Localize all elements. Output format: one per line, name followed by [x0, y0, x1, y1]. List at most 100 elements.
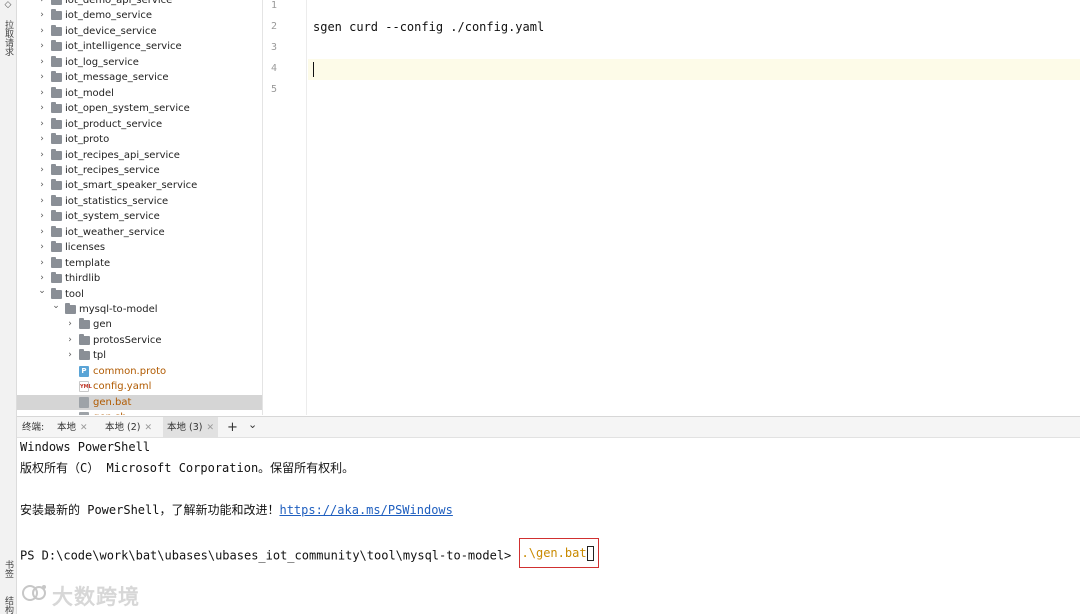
tree-item-label: gen.sh [93, 410, 127, 415]
chevron-right-icon[interactable]: › [37, 225, 47, 240]
chevron-right-icon[interactable]: › [37, 8, 47, 23]
powershell-link[interactable]: https://aka.ms/PSWindows [279, 503, 452, 517]
code-line[interactable] [308, 38, 1080, 59]
chevron-right-icon[interactable]: › [37, 39, 47, 54]
terminal-line: 安装最新的 PowerShell，了解新功能和改进！https://aka.ms… [20, 502, 453, 519]
folder-icon [51, 40, 62, 52]
tree-item[interactable]: › iot_smart_speaker_service [17, 178, 262, 193]
terminal-prompt-line: PS D:\code\work\bat\ubases\ubases_iot_co… [20, 538, 599, 568]
folder-icon [51, 241, 62, 253]
add-terminal-icon[interactable]: + [227, 417, 238, 438]
terminal-tab-label: 本地 (2) [105, 422, 141, 433]
tree-item[interactable]: › protosService [17, 333, 262, 348]
tree-item-label: iot_intelligence_service [65, 41, 182, 53]
chevron-right-icon[interactable]: › [37, 101, 47, 116]
chevron-down-icon[interactable]: ⌄ [37, 284, 47, 299]
folder-icon [51, 287, 62, 299]
chevron-right-icon[interactable]: › [37, 132, 47, 147]
chevron-right-icon[interactable]: › [37, 256, 47, 271]
chevron-right-icon[interactable]: › [37, 178, 47, 193]
chevron-right-icon[interactable]: › [37, 148, 47, 163]
code-line[interactable]: sgen curd --config ./config.yaml [308, 17, 1080, 38]
tree-item[interactable]: › iot_weather_service [17, 225, 262, 240]
chevron-right-icon[interactable]: › [65, 317, 75, 332]
chevron-right-icon[interactable]: › [37, 24, 47, 39]
close-icon[interactable]: ✕ [206, 423, 214, 433]
folder-icon [65, 303, 76, 314]
tree-item[interactable]: › iot_model [17, 86, 262, 101]
tree-item[interactable]: › iot_recipes_service [17, 163, 262, 178]
tree-item[interactable]: › template [17, 256, 262, 271]
tree-item[interactable]: › gen [17, 317, 262, 332]
code-area[interactable]: sgen curd --config ./config.yaml [308, 0, 1080, 415]
tree-item[interactable]: › thirdlib [17, 271, 262, 286]
folder-icon [51, 272, 62, 284]
tree-item-label: thirdlib [65, 273, 101, 285]
chevron-right-icon[interactable]: › [37, 55, 47, 70]
tree-item-label: mysql-to-model [79, 304, 158, 315]
chevron-right-icon[interactable]: › [37, 117, 47, 132]
tree-item[interactable]: gen.bat [17, 394, 262, 410]
line-gutter: 1 2 3 4 5 [263, 0, 307, 415]
close-icon[interactable]: ✕ [80, 423, 88, 433]
chevron-right-icon[interactable]: › [37, 240, 47, 255]
tree-item[interactable]: › iot_proto [17, 132, 262, 147]
folder-icon [51, 55, 62, 67]
tree-item[interactable]: gen.sh [17, 410, 262, 415]
chevron-right-icon[interactable]: › [37, 194, 47, 209]
folder-icon [51, 102, 62, 114]
line-number: 2 [270, 21, 277, 32]
pull-request-icon[interactable]: ◇ [3, 0, 13, 10]
tree-item[interactable]: Pcommon.proto [17, 364, 262, 379]
code-text: sgen curd --config ./config.yaml [313, 20, 545, 34]
project-tree: › iot_demo_api_service › iot_demo_service › i… [17, 0, 263, 415]
chevron-right-icon[interactable]: › [65, 333, 75, 348]
tree-item-label: gen.bat [93, 396, 132, 408]
bat-file-icon [79, 412, 89, 415]
tree-item[interactable]: › iot_statistics_service [17, 194, 262, 209]
tree-item[interactable]: › iot_demo_service [17, 8, 262, 23]
chevron-right-icon[interactable]: › [37, 0, 47, 8]
chevron-right-icon[interactable]: › [37, 163, 47, 178]
code-line[interactable] [308, 0, 1080, 17]
tree-item[interactable]: › iot_log_service [17, 55, 262, 70]
terminal-tab-1[interactable]: 本地 ✕ [57, 417, 88, 438]
chevron-right-icon[interactable]: › [65, 348, 75, 363]
structure-tab[interactable]: 结构 [2, 596, 15, 614]
folder-icon [51, 71, 62, 83]
tree-item[interactable]: › licenses [17, 240, 262, 255]
terminal-tab-2[interactable]: 本地 (2) ✕ [105, 417, 152, 438]
code-line[interactable] [308, 80, 1080, 101]
tree-item[interactable]: › iot_system_service [17, 209, 262, 224]
tree-item-label: gen [93, 319, 112, 331]
text-cursor [313, 62, 314, 77]
terminal-line: 版权所有（C） Microsoft Corporation。保留所有权利。 [20, 461, 355, 475]
bookmarks-tab[interactable]: 书签 [2, 560, 15, 578]
code-line[interactable] [308, 59, 1080, 80]
pull-requests-tab[interactable]: 拉取请求 [2, 20, 15, 56]
tree-item-label: iot_model [65, 87, 114, 99]
left-tool-strip: ◇ 拉取请求 书签 结构 [0, 0, 17, 614]
chevron-right-icon[interactable]: › [37, 86, 47, 101]
tree-item[interactable]: YML config.yaml [17, 379, 262, 394]
watermark-logo-icon [22, 585, 46, 601]
chevron-down-icon[interactable]: ⌄ [248, 414, 257, 435]
close-icon[interactable]: ✕ [144, 423, 152, 433]
terminal-tab-bar: 终端: 本地 ✕ 本地 (2) ✕ 本地 (3) ✕ + ⌄ [17, 416, 1080, 438]
chevron-right-icon[interactable]: › [37, 70, 47, 85]
folder-icon [51, 86, 62, 98]
tree-item[interactable]: › tpl [17, 348, 262, 363]
tree-item[interactable]: › iot_message_service [17, 70, 262, 85]
terminal-output[interactable]: Windows PowerShell 版权所有（C） Microsoft Cor… [17, 438, 1080, 614]
terminal-tab-3[interactable]: 本地 (3) ✕ [163, 417, 219, 438]
watermark-text: 大数跨境 [52, 585, 140, 609]
chevron-down-icon[interactable]: ⌄ [51, 299, 61, 314]
tree-item[interactable]: › iot_device_service [17, 24, 262, 39]
tree-item[interactable]: › iot_demo_api_service [17, 0, 262, 8]
tree-item[interactable]: ⌄ mysql-to-model [17, 299, 262, 317]
tree-item[interactable]: › iot_recipes_api_service [17, 148, 262, 163]
tree-item[interactable]: › iot_open_system_service [17, 101, 262, 116]
tree-item[interactable]: › iot_product_service [17, 117, 262, 132]
tree-item[interactable]: › iot_intelligence_service [17, 39, 262, 54]
chevron-right-icon[interactable]: › [37, 209, 47, 224]
